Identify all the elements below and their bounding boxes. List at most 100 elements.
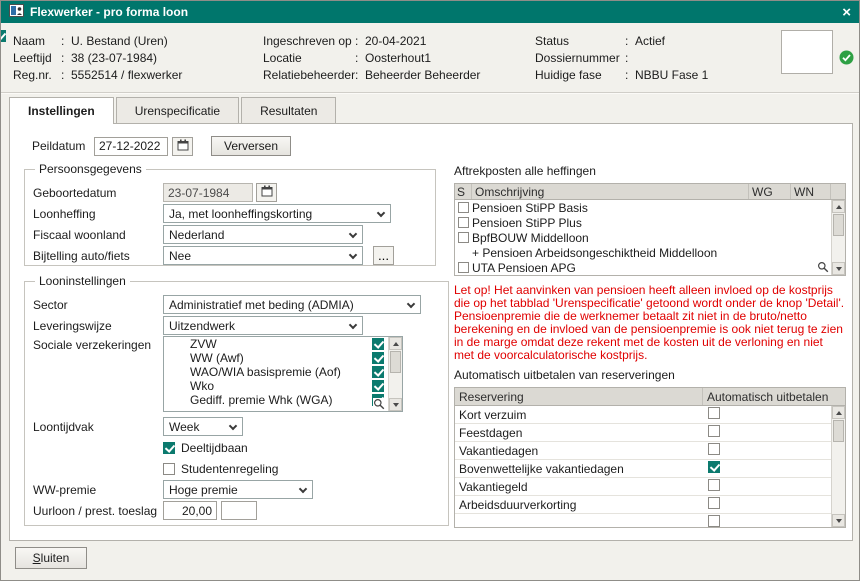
list-item-label: Wko (190, 379, 372, 393)
list-item: ZVW (164, 337, 402, 351)
field-label: Ingeschreven op (263, 34, 355, 48)
aftrekposten-row: BpfBOUW Middelloon (455, 230, 845, 245)
scrollbar-thumb[interactable] (390, 351, 401, 373)
prestatie-toeslag-input[interactable] (221, 501, 257, 520)
separator: : (625, 68, 635, 82)
bijtelling-select[interactable]: Nee (163, 246, 363, 265)
reservering-checkbox[interactable] (708, 461, 720, 473)
reserveringen-header: Reservering Automatisch uitbetalen (455, 388, 845, 406)
loonheffing-value: Ja, met loonheffingskorting (169, 207, 312, 221)
studentenregeling-checkbox[interactable] (163, 463, 175, 475)
peildatum-input[interactable] (94, 137, 168, 156)
tab-urenspecificatie[interactable]: Urenspecificatie (116, 97, 239, 123)
separator: : (61, 34, 71, 48)
persoonsgegevens-fieldset: Persoonsgegevens Geboortedatum Loonheffi… (24, 162, 436, 266)
fiscaal-woonland-value: Nederland (169, 228, 224, 242)
tab-bar: Instellingen Urenspecificatie Resultaten (9, 97, 338, 124)
field-value: Beheerder Beheerder (365, 68, 480, 82)
aftrekpost-checkbox[interactable] (458, 232, 469, 243)
studentenregeling-row: Studentenregeling (33, 458, 440, 479)
scroll-up-icon[interactable] (832, 406, 845, 419)
leveringswijze-select[interactable]: Uitzendwerk (163, 316, 363, 335)
bijtelling-more-button[interactable]: ... (373, 246, 394, 265)
loontijdvak-value: Week (169, 420, 199, 434)
header-column-3: Status:Actief Dossiernummer: Huidige fas… (535, 32, 708, 83)
deeltijdbaan-checkbox[interactable] (163, 442, 175, 454)
reservering-label: Vakantiedagen (455, 444, 703, 458)
sector-select[interactable]: Administratief met beding (ADMIA) (163, 295, 421, 314)
reserveringen-row: Vakantiedagen (455, 442, 845, 460)
magnifier-icon[interactable] (817, 261, 829, 273)
scroll-down-icon[interactable] (389, 398, 402, 411)
field-value: NBBU Fase 1 (635, 68, 708, 82)
tab-instellingen[interactable]: Instellingen (9, 97, 114, 124)
magnifier-icon[interactable] (373, 398, 385, 410)
reservering-checkbox[interactable] (708, 407, 720, 419)
header-info: Naam:U. Bestand (Uren) Leeftijd:38 (23-0… (1, 23, 859, 93)
uurloon-input[interactable] (163, 501, 217, 520)
field-value: 20-04-2021 (365, 34, 480, 48)
studentenregeling-label: Studentenregeling (181, 462, 278, 476)
scroll-up-icon[interactable] (832, 200, 845, 213)
scrollbar-thumb[interactable] (833, 420, 844, 442)
column-header: WG (749, 184, 791, 199)
sociale-checkbox[interactable] (372, 380, 384, 392)
deeltijdbaan-row: Deeltijdbaan (33, 437, 440, 458)
reservering-checkbox[interactable] (708, 425, 720, 437)
chevron-down-icon (299, 485, 307, 493)
header-checkbox[interactable] (0, 30, 6, 42)
sociale-checkbox[interactable] (372, 352, 384, 364)
sociale-verzekeringen-list[interactable]: ZVW WW (Awf) WAO/WIA basispremie (Aof) W… (163, 336, 403, 412)
status-ok-icon (839, 50, 854, 65)
ww-premie-select[interactable]: Hoge premie (163, 480, 313, 499)
list-item-label: WW (Awf) (190, 351, 372, 365)
sociale-checkbox[interactable] (372, 366, 384, 378)
geboortedatum-calendar-button[interactable] (256, 183, 277, 202)
reservering-checkbox[interactable] (708, 497, 720, 509)
reservering-label: Bovenwettelijke vakantiedagen (455, 462, 703, 476)
aftrekpost-checkbox[interactable] (458, 202, 469, 213)
scroll-up-icon[interactable] (389, 337, 402, 350)
sluiten-button[interactable]: Sluiten (15, 547, 87, 569)
reservering-checkbox[interactable] (708, 479, 720, 491)
verversen-button[interactable]: Verversen (211, 136, 291, 156)
sector-label: Sector (33, 298, 163, 312)
column-header: Reservering (455, 388, 703, 405)
deeltijdbaan-label: Deeltijdbaan (181, 441, 248, 455)
reservering-checkbox[interactable] (708, 515, 720, 527)
close-icon[interactable]: × (842, 5, 851, 20)
calendar-button[interactable] (172, 137, 193, 156)
reservering-checkbox[interactable] (708, 443, 720, 455)
list-item: Wko (164, 379, 402, 393)
sociale-checkbox[interactable] (372, 338, 384, 350)
loontijdvak-select[interactable]: Week (163, 417, 243, 436)
separator: : (61, 68, 71, 82)
sector-row: Sector Administratief met beding (ADMIA) (33, 294, 440, 315)
loontijdvak-label: Loontijdvak (33, 420, 163, 434)
aftrekpost-checkbox[interactable] (458, 217, 469, 228)
aftrekposten-title: Aftrekposten alle heffingen (454, 164, 846, 179)
scrollbar[interactable] (388, 337, 402, 411)
geboortedatum-label: Geboortedatum (33, 186, 163, 200)
scrollbar[interactable] (831, 406, 845, 527)
scrollbar-thumb[interactable] (833, 214, 844, 236)
content-panel: Peildatum Verversen Persoonsgegevens Geb… (9, 123, 853, 541)
column-header: Omschrijving (472, 184, 749, 199)
ww-premie-label: WW-premie (33, 483, 163, 497)
loonheffing-row: Loonheffing Ja, met loonheffingskorting (33, 203, 427, 224)
fiscaal-woonland-row: Fiscaal woonland Nederland (33, 224, 427, 245)
field-label: Dossiernummer (535, 51, 625, 65)
scrollbar[interactable] (831, 200, 845, 275)
aftrekpost-label: Pensioen StiPP Basis (472, 201, 831, 215)
looninstellingen-legend: Looninstellingen (35, 274, 130, 288)
tab-resultaten[interactable]: Resultaten (241, 97, 336, 123)
field-label: Huidige fase (535, 68, 625, 82)
field-label: Status (535, 34, 625, 48)
scroll-down-icon[interactable] (832, 514, 845, 527)
aftrekpost-checkbox[interactable] (458, 262, 469, 273)
scroll-down-icon[interactable] (832, 262, 845, 275)
fiscaal-woonland-select[interactable]: Nederland (163, 225, 363, 244)
loonheffing-select[interactable]: Ja, met loonheffingskorting (163, 204, 391, 223)
aftrekposten-row: Pensioen StiPP Basis (455, 200, 845, 215)
peildatum-row: Peildatum Verversen (32, 136, 291, 156)
